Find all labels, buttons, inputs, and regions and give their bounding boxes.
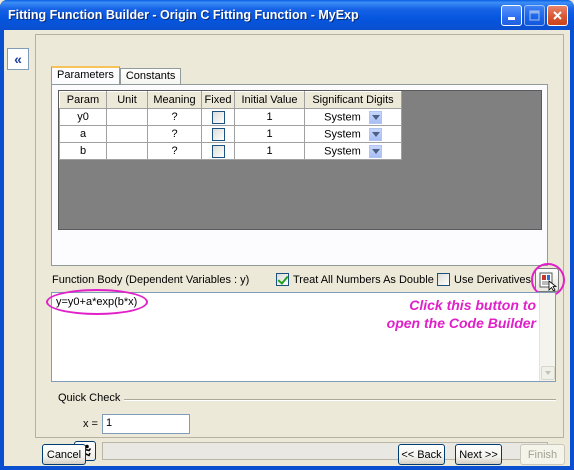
tab-constants[interactable]: Constants <box>119 68 182 85</box>
x-value-input[interactable]: 1 <box>102 414 190 434</box>
annotation-line-2: open the Code Builder <box>386 315 536 331</box>
x-label: x = <box>83 418 98 430</box>
back-button[interactable]: << Back <box>398 444 445 465</box>
param-meaning-cell[interactable]: ? <box>147 125 202 143</box>
highlight-ring <box>46 289 148 315</box>
fitting-function-builder-window: Fitting Function Builder - Origin C Fitt… <box>0 0 574 470</box>
param-unit-cell[interactable] <box>106 142 148 160</box>
dialog-client-area: « Parameters Constants Param Unit Meanin… <box>4 30 570 466</box>
digits-value: System <box>324 144 361 157</box>
use-derivatives-option[interactable]: Use Derivatives <box>437 273 531 286</box>
minimize-button[interactable] <box>501 5 522 26</box>
param-digits-cell[interactable]: System <box>304 142 402 160</box>
param-initial-value-cell[interactable]: 1 <box>234 108 305 126</box>
chevron-down-icon[interactable] <box>368 127 382 141</box>
column-header-initial-value[interactable]: Initial Value <box>234 91 305 109</box>
table-header-row: Param Unit Meaning Fixed Initial Value S… <box>59 91 402 109</box>
param-fixed-cell <box>201 125 235 143</box>
digits-value: System <box>324 110 361 123</box>
editor-vertical-scrollbar[interactable] <box>539 293 555 381</box>
fixed-checkbox[interactable] <box>211 127 225 141</box>
param-meaning-cell[interactable]: ? <box>147 142 202 160</box>
param-digits-cell[interactable]: System <box>304 108 402 126</box>
function-body-label: Function Body (Dependent Variables : y) <box>52 274 250 286</box>
param-name-cell[interactable]: b <box>59 142 107 160</box>
window-frame-right <box>570 30 574 470</box>
fixed-checkbox[interactable] <box>211 144 225 158</box>
cancel-button[interactable]: Cancel <box>42 444 86 465</box>
maximize-icon <box>529 10 540 21</box>
close-button[interactable] <box>547 5 568 26</box>
param-unit-cell[interactable] <box>106 125 148 143</box>
column-header-unit[interactable]: Unit <box>106 91 148 109</box>
tab-strip: Parameters Constants <box>51 66 182 85</box>
param-unit-cell[interactable] <box>106 108 148 126</box>
collapse-panel-button[interactable]: « <box>7 48 29 70</box>
title-bar[interactable]: Fitting Function Builder - Origin C Fitt… <box>0 0 574 30</box>
param-digits-cell[interactable]: System <box>304 125 402 143</box>
parameters-table: Param Unit Meaning Fixed Initial Value S… <box>59 91 402 160</box>
parameters-grid: Param Unit Meaning Fixed Initial Value S… <box>58 90 542 230</box>
param-name-cell[interactable]: y0 <box>59 108 107 126</box>
window-frame-bottom <box>0 466 574 470</box>
finish-button[interactable]: Finish <box>520 444 565 465</box>
annotation-text: Click this button to open the Code Build… <box>366 296 536 332</box>
chevron-down-icon[interactable] <box>368 144 382 158</box>
table-row: y0 ? 1 System <box>59 108 402 126</box>
param-fixed-cell <box>201 108 235 126</box>
maximize-button[interactable] <box>524 5 545 26</box>
quick-check-divider <box>124 399 556 401</box>
treat-all-numbers-label: Treat All Numbers As Double <box>293 273 434 286</box>
table-row: a ? 1 System <box>59 125 402 143</box>
scroll-down-icon[interactable] <box>541 366 555 380</box>
next-button[interactable]: Next >> <box>455 444 502 465</box>
treat-all-numbers-option[interactable]: Treat All Numbers As Double <box>276 273 434 286</box>
column-header-param[interactable]: Param <box>59 91 107 109</box>
treat-all-numbers-checkbox[interactable] <box>276 273 289 286</box>
quick-check-label: Quick Check <box>58 392 121 404</box>
use-derivatives-label: Use Derivatives <box>454 273 532 286</box>
param-initial-value-cell[interactable]: 1 <box>234 142 305 160</box>
close-icon <box>553 11 562 20</box>
param-initial-value-cell[interactable]: 1 <box>234 125 305 143</box>
param-meaning-cell[interactable]: ? <box>147 108 202 126</box>
annotation-line-1: Click this button to <box>409 297 536 313</box>
parameters-tab-body: Param Unit Meaning Fixed Initial Value S… <box>51 84 548 266</box>
chevron-down-icon[interactable] <box>368 110 382 124</box>
use-derivatives-checkbox[interactable] <box>437 273 450 286</box>
column-header-meaning[interactable]: Meaning <box>147 91 202 109</box>
minimize-icon <box>508 17 515 20</box>
tab-parameters[interactable]: Parameters <box>51 66 120 85</box>
main-panel: Parameters Constants Param Unit Meaning … <box>35 34 565 461</box>
param-name-cell[interactable]: a <box>59 125 107 143</box>
digits-value: System <box>324 127 361 140</box>
column-header-significant-digits[interactable]: Significant Digits <box>304 91 402 109</box>
fixed-checkbox[interactable] <box>211 110 225 124</box>
window-title: Fitting Function Builder - Origin C Fitt… <box>8 8 359 22</box>
column-header-fixed[interactable]: Fixed <box>201 91 235 109</box>
table-row: b ? 1 System <box>59 142 402 160</box>
param-fixed-cell <box>201 142 235 160</box>
